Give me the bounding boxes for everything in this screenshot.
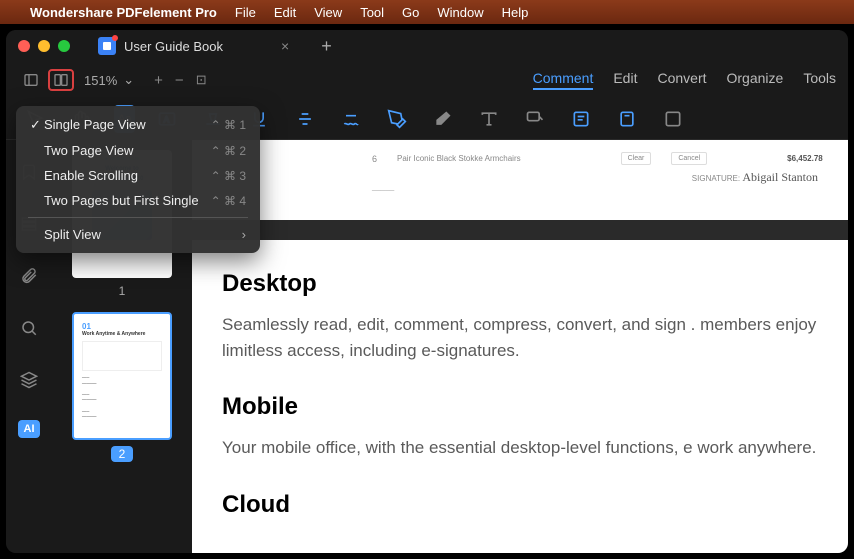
section-desktop-text: Seamlessly read, edit, comment, compress… xyxy=(222,312,818,363)
section-mobile-title: Mobile xyxy=(222,393,818,421)
menu-view[interactable]: View xyxy=(314,5,342,20)
macos-menubar: Wondershare PDFelement Pro File Edit Vie… xyxy=(0,0,854,24)
tab-organize[interactable]: Organize xyxy=(727,70,784,90)
menu-go[interactable]: Go xyxy=(402,5,419,20)
section-desktop-title: Desktop xyxy=(222,270,818,298)
section-cloud-title: Cloud xyxy=(222,491,818,519)
tab-title: User Guide Book xyxy=(124,39,223,54)
tab-comment[interactable]: Comment xyxy=(533,70,594,90)
window-minimize-button[interactable] xyxy=(38,40,50,52)
previous-page-edge: 6 Pair Iconic Black Stokke Armchairs Cle… xyxy=(192,140,848,220)
text-markup-tool-icon[interactable] xyxy=(475,105,503,133)
tab-convert[interactable]: Convert xyxy=(657,70,706,90)
tab-tools[interactable]: Tools xyxy=(803,70,836,90)
thumbnail-page-2[interactable]: 01 Work Anytime & Anywhere ━━━━━━━━━━━━━… xyxy=(62,312,182,463)
layers-panel-button[interactable] xyxy=(17,368,41,392)
current-page: Desktop Seamlessly read, edit, comment, … xyxy=(192,240,848,553)
squiggly-tool-icon[interactable] xyxy=(337,105,365,133)
strikethrough-tool-icon[interactable] xyxy=(291,105,319,133)
page-view-dropdown: ✓Single Page View ⌃ ⌘ 1 Two Page View ⌃ … xyxy=(16,106,260,253)
chevron-down-icon: ⌄ xyxy=(123,72,134,88)
note-tool-icon[interactable] xyxy=(567,105,595,133)
menu-divider xyxy=(28,217,248,218)
titlebar: User Guide Book × + xyxy=(6,30,848,62)
new-tab-button[interactable]: + xyxy=(321,36,332,57)
attachment-panel-button[interactable] xyxy=(17,264,41,288)
eraser-tool-icon[interactable] xyxy=(429,105,457,133)
tabbar: User Guide Book × + xyxy=(86,30,332,62)
menu-file[interactable]: File xyxy=(235,5,256,20)
menu-two-page-view[interactable]: Two Page View ⌃ ⌘ 2 xyxy=(16,138,260,163)
shortcut-label: ⌃ ⌘ 3 xyxy=(211,169,246,183)
section-mobile-text: Your mobile office, with the essential d… xyxy=(222,435,818,461)
window-maximize-button[interactable] xyxy=(58,40,70,52)
menu-two-pages-first-single[interactable]: Two Pages but First Single ⌃ ⌘ 4 xyxy=(16,188,260,213)
menu-edit[interactable]: Edit xyxy=(274,5,296,20)
zoom-in-button[interactable]: + xyxy=(154,72,163,89)
callout-tool-icon[interactable] xyxy=(521,105,549,133)
zoom-level: 151% xyxy=(84,73,117,88)
fit-page-button[interactable]: ⊡ xyxy=(196,72,207,89)
stamp-tool-icon[interactable] xyxy=(613,105,641,133)
ai-panel-button[interactable]: AI xyxy=(18,420,40,438)
thumbnail-page-number: 1 xyxy=(119,284,126,298)
pdf-icon xyxy=(98,37,116,55)
window-close-button[interactable] xyxy=(18,40,30,52)
traffic-lights xyxy=(18,40,70,52)
shortcut-label: ⌃ ⌘ 1 xyxy=(211,118,246,132)
menu-split-view[interactable]: Split View › xyxy=(16,222,260,247)
menu-enable-scrolling[interactable]: Enable Scrolling ⌃ ⌘ 3 xyxy=(16,163,260,188)
menu-help[interactable]: Help xyxy=(502,5,529,20)
tab-close-icon[interactable]: × xyxy=(281,38,289,54)
menu-tool[interactable]: Tool xyxy=(360,5,384,20)
zoom-out-button[interactable]: − xyxy=(175,72,184,89)
toolbar-row: 151% ⌄ + − ⊡ Comment Edit Convert Organi… xyxy=(6,62,848,98)
zoom-control[interactable]: 151% ⌄ xyxy=(84,72,134,88)
document-tab[interactable]: User Guide Book × xyxy=(86,30,301,62)
shortcut-label: ⌃ ⌘ 2 xyxy=(211,144,246,158)
search-panel-button[interactable] xyxy=(17,316,41,340)
menu-single-page-view[interactable]: ✓Single Page View ⌃ ⌘ 1 xyxy=(16,112,260,138)
sidebar-toggle-button[interactable] xyxy=(18,69,44,91)
document-viewport[interactable]: 6 Pair Iconic Black Stokke Armchairs Cle… xyxy=(192,140,848,553)
menu-window[interactable]: Window xyxy=(437,5,483,20)
thumbnail-page-number: 2 xyxy=(111,446,134,462)
shortcut-label: ⌃ ⌘ 4 xyxy=(211,194,246,208)
attachment-tool-icon[interactable] xyxy=(659,105,687,133)
check-icon: ✓ xyxy=(30,117,44,133)
app-name[interactable]: Wondershare PDFelement Pro xyxy=(30,5,217,20)
chevron-right-icon: › xyxy=(242,227,246,242)
page-view-mode-button[interactable] xyxy=(48,69,74,91)
tab-edit[interactable]: Edit xyxy=(613,70,637,90)
pencil-tool-icon[interactable] xyxy=(383,105,411,133)
